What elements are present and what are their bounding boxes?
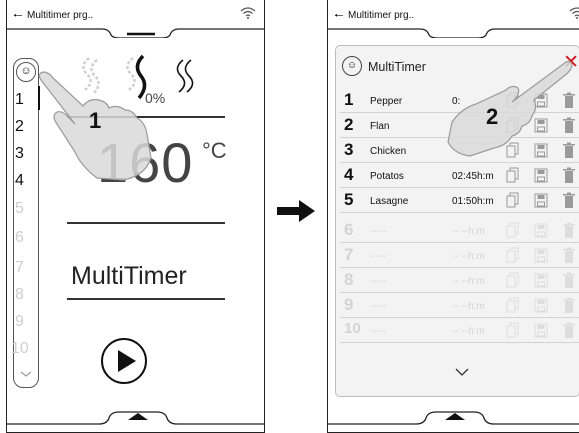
trash-icon[interactable]	[562, 272, 576, 289]
row-time: -- --h:m	[452, 301, 485, 312]
save-icon[interactable]	[534, 272, 548, 289]
program-row[interactable]: 6 ----- -- --h:m	[340, 218, 579, 243]
trash-icon[interactable]	[562, 247, 576, 264]
row-number: 5	[344, 190, 354, 209]
trash-icon[interactable]	[562, 192, 576, 209]
trash-icon[interactable]	[562, 297, 576, 314]
row-name: -----	[370, 251, 387, 262]
row-number: 2	[344, 115, 354, 134]
row-name: -----	[370, 326, 387, 337]
program-row[interactable]: 4 Potatos 02:45h:m	[340, 163, 579, 188]
chevron-down-icon[interactable]	[454, 367, 470, 377]
program-row[interactable]: 7 ----- -- --h:m	[340, 243, 579, 268]
save-icon[interactable]	[534, 247, 548, 264]
row-time: -- --h:m	[452, 226, 485, 237]
save-icon[interactable]	[534, 297, 548, 314]
row-name: Lasagne	[370, 196, 409, 207]
row-name: -----	[370, 301, 387, 312]
row-name: Potatos	[370, 171, 404, 182]
hand-pointer-icon	[447, 60, 573, 157]
trash-icon[interactable]	[562, 222, 576, 239]
row-number: 9	[344, 295, 354, 314]
program-number-item[interactable]: 10	[11, 340, 31, 358]
row-name: Pepper	[370, 96, 403, 107]
row-name: -----	[370, 276, 387, 287]
program-number-item[interactable]: 7	[15, 259, 35, 277]
row-time: -- --h:m	[452, 251, 485, 262]
save-icon[interactable]	[534, 322, 548, 339]
trash-icon[interactable]	[562, 167, 576, 184]
row-number: 3	[344, 140, 354, 159]
panel-title: MultiTimer	[368, 60, 426, 74]
arrow-right-icon	[277, 200, 315, 222]
left-screen: 🠐 Multitimer prg.. ☺ 1 2 3 4 5 6 7 8 9 10 0%	[6, 0, 265, 433]
row-number: 6	[344, 220, 354, 239]
temperature-unit: °C	[202, 138, 227, 163]
play-button[interactable]	[101, 338, 147, 384]
save-icon[interactable]	[534, 222, 548, 239]
program-row[interactable]: 9 ----- -- --h:m	[340, 293, 579, 318]
copy-icon[interactable]	[506, 297, 520, 314]
row-number: 7	[344, 245, 354, 264]
program-label[interactable]: MultiTimer	[71, 262, 187, 291]
row-time: -- --h:m	[452, 326, 485, 337]
chevron-down-icon[interactable]	[19, 370, 33, 378]
bottom-tab-outline[interactable]	[328, 410, 579, 432]
divider	[67, 222, 225, 224]
divider	[67, 298, 225, 300]
copy-icon[interactable]	[506, 192, 520, 209]
header-tab-outline	[328, 28, 579, 38]
save-icon[interactable]	[534, 167, 548, 184]
row-number: 10	[344, 320, 361, 337]
multitimer-logo-icon: ☺	[342, 56, 362, 76]
row-name: Chicken	[370, 146, 407, 157]
row-time: 02:45h:m	[452, 171, 494, 182]
program-number-item[interactable]: 6	[15, 229, 35, 247]
row-time: 01:50h:m	[452, 196, 494, 207]
row-number: 4	[344, 165, 354, 184]
bottom-tab-outline[interactable]	[7, 410, 265, 432]
row-name: -----	[370, 226, 387, 237]
program-number-item[interactable]: 9	[15, 313, 35, 331]
copy-icon[interactable]	[506, 167, 520, 184]
row-time: -- --h:m	[452, 276, 485, 287]
program-number-item[interactable]: 5	[15, 200, 35, 218]
play-icon	[118, 350, 136, 372]
row-name: Flan	[370, 121, 390, 132]
right-screen: 🠐 Multitimer prg.. ☺ MultiTimer ✕ 1Peppe…	[327, 0, 579, 433]
trash-icon[interactable]	[562, 322, 576, 339]
copy-icon[interactable]	[506, 222, 520, 239]
row-number: 1	[344, 90, 354, 109]
header-tab-outline	[7, 28, 264, 38]
step-number: 1	[89, 108, 102, 133]
program-row[interactable]: 10 ----- -- --h:m	[340, 318, 579, 343]
step-number: 2	[486, 104, 499, 129]
program-row[interactable]: 8 ----- -- --h:m	[340, 268, 579, 293]
save-icon[interactable]	[534, 192, 548, 209]
program-number-item[interactable]: 8	[15, 286, 35, 304]
program-row[interactable]: 5 Lasagne 01:50h:m	[340, 188, 579, 213]
copy-icon[interactable]	[506, 272, 520, 289]
row-number: 8	[344, 270, 354, 289]
copy-icon[interactable]	[506, 322, 520, 339]
copy-icon[interactable]	[506, 247, 520, 264]
